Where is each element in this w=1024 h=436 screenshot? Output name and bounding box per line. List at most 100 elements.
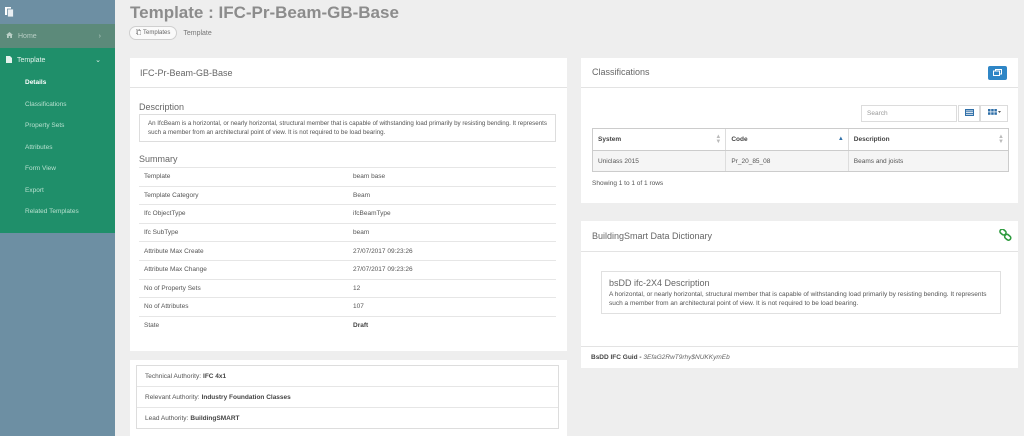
summary-value: 27/07/2017 09:23:26	[353, 247, 413, 255]
summary-key: Template	[144, 173, 171, 181]
summary-value: 27/07/2017 09:23:26	[353, 266, 413, 274]
sort-icon: ▲ ▼	[715, 134, 722, 145]
bsdd-heading: BuildingSmart Data Dictionary	[592, 231, 713, 241]
search-placeholder: Search	[867, 110, 888, 117]
popout-button[interactable]	[988, 66, 1007, 80]
summary-row: Ifc SubType beam	[139, 222, 556, 242]
sidebar-item-classifications[interactable]: Classifications	[0, 94, 115, 116]
home-icon	[6, 32, 13, 40]
details-heading: IFC-Pr-Beam-GB-Base	[140, 68, 233, 78]
summary-key: No of Property Sets	[144, 284, 201, 292]
summary-key: Ifc ObjectType	[144, 210, 186, 218]
authority-label: Lead Authority:	[145, 415, 189, 422]
summary-value: beam base	[353, 173, 386, 181]
chain-link-icon[interactable]	[999, 228, 1012, 243]
summary-key: State	[144, 322, 160, 330]
sidebar-template-label: Template	[17, 56, 46, 64]
guid-value: 3EfaG2RwT9rhy$NUKKymEb	[643, 354, 730, 361]
status-badge: Draft	[353, 322, 369, 330]
description-text: An IfcBeam is a horizontal, or nearly ho…	[148, 120, 547, 136]
breadcrumb: Templates Template	[129, 26, 212, 40]
column-header-description[interactable]: Description ▲ ▼	[849, 129, 1008, 150]
summary-key: No of Attributes	[144, 303, 189, 311]
summary-row: No of Attributes 107	[139, 297, 556, 316]
classifications-heading: Classifications	[592, 67, 650, 77]
cell-description: Beams and joists	[853, 157, 904, 165]
column-label: Description	[853, 136, 890, 143]
summary-heading: Summary	[139, 154, 178, 164]
bsdd-description-box: bsDD ifc-2X4 Description A horizontal, o…	[601, 271, 1001, 314]
summary-key: Template Category	[144, 191, 199, 199]
list-view-button[interactable]	[958, 105, 980, 122]
summary-key: Attribute Max Change	[144, 266, 207, 274]
breadcrumb-current: Template	[183, 29, 212, 37]
summary-value: 107	[353, 303, 364, 311]
column-label: Code	[731, 136, 748, 143]
guid-label: BsDD IFC Guid -	[591, 354, 642, 361]
table-row[interactable]: Uniclass 2015 Pr_20_85_08 Beams and jois…	[593, 151, 1008, 171]
chevron-right-icon: ›	[98, 32, 101, 40]
breadcrumb-templates-button[interactable]: Templates	[129, 26, 178, 40]
column-header-system[interactable]: System ▲ ▼	[593, 129, 727, 150]
sidebar-item-attributes[interactable]: Attributes	[0, 137, 115, 159]
summary-key: Attribute Max Create	[144, 247, 204, 255]
summary-value: beam	[353, 229, 370, 237]
sidebar-item-export[interactable]: Export	[0, 180, 115, 202]
summary-row: Template beam base	[139, 167, 556, 186]
divider	[581, 251, 1018, 252]
divider	[581, 87, 1018, 88]
summary-row: State Draft	[139, 315, 556, 335]
sidebar-template-group: Template ⌄ Details Classifications Prope…	[0, 48, 115, 233]
bsdd-description-text: A horizontal, or nearly horizontal, stru…	[609, 291, 987, 307]
summary-row: No of Property Sets 12	[139, 278, 556, 298]
summary-value: 12	[353, 284, 361, 292]
sidebar-item-form-view[interactable]: Form View	[0, 158, 115, 180]
chevron-down-icon: ⌄	[95, 57, 101, 64]
authority-value: BuildingSMART	[190, 415, 240, 422]
authority-value: IFC 4x1	[203, 372, 227, 380]
authority-row-lead: Lead Authority: BuildingSMART	[137, 408, 558, 429]
breadcrumb-templates-label: Templates	[143, 30, 171, 36]
classifications-panel: Classifications Search System ▲ ▼ Code ▲ De…	[581, 58, 1018, 203]
bsdd-guid: BsDD IFC Guid - 3EfaG2RwT9rhy$NUKKymEb	[591, 354, 730, 361]
list-icon	[964, 109, 974, 118]
authority-label: Relevant Authority:	[145, 393, 200, 401]
sidebar-home-label: Home	[18, 32, 37, 40]
bsdd-description-title: bsDD ifc-2X4 Description	[609, 278, 710, 288]
authority-value: Industry Foundation Classes	[201, 393, 291, 401]
summary-row: Template Category Beam	[139, 185, 556, 205]
search-input[interactable]: Search	[861, 105, 957, 122]
sidebar-item-home[interactable]: Home ›	[0, 24, 115, 48]
divider	[581, 346, 1018, 347]
authorities-box: Technical Authority: IFC 4x1 Relevant Aut…	[136, 365, 559, 429]
sidebar-item-property-sets[interactable]: Property Sets	[0, 115, 115, 137]
summary-key: Ifc SubType	[144, 229, 179, 237]
sidebar-item-template[interactable]: Template ⌄	[0, 48, 115, 72]
classifications-table: System ▲ ▼ Code ▲ Description ▲ ▼ Uniclass 20…	[592, 128, 1009, 172]
grid-icon	[987, 109, 1001, 118]
column-toggle-button[interactable]	[980, 105, 1008, 122]
table-header: System ▲ ▼ Code ▲ Description ▲ ▼	[593, 129, 1008, 151]
summary-row: Attribute Max Change 27/07/2017 09:23:26	[139, 260, 556, 279]
window-restore-icon	[993, 68, 1002, 78]
cell-code: Pr_20_85_08	[726, 151, 849, 171]
summary-value: Beam	[353, 191, 370, 199]
column-label: System	[598, 136, 622, 143]
document-icon[interactable]	[5, 7, 14, 17]
sidebar-item-details[interactable]: Details	[0, 72, 115, 94]
page-title: Template : IFC-Pr-Beam-GB-Base	[130, 3, 399, 22]
authority-row-relevant: Relevant Authority: Industry Foundation C…	[137, 387, 558, 408]
sort-icon: ▲ ▼	[998, 134, 1004, 145]
cell-system: Uniclass 2015	[593, 151, 727, 171]
pagination-info: Showing 1 to 1 of 1 rows	[592, 180, 664, 187]
authority-row-technical: Technical Authority: IFC 4x1	[137, 366, 558, 387]
summary-row: Ifc ObjectType ifcBeamType	[139, 204, 556, 223]
bsdd-panel: BuildingSmart Data Dictionary bsDD ifc-2…	[581, 221, 1018, 368]
sidebar-item-related-templates[interactable]: Related Templates	[0, 201, 115, 223]
description-box: An IfcBeam is a horizontal, or nearly ho…	[139, 114, 556, 142]
summary-value: ifcBeamType	[353, 210, 391, 218]
column-header-code[interactable]: Code ▲	[726, 129, 849, 150]
sidebar: Home › Template ⌄ Details Classification…	[0, 0, 115, 436]
details-panel: IFC-Pr-Beam-GB-Base Description An IfcBe…	[130, 58, 567, 351]
authorities-panel: Technical Authority: IFC 4x1 Relevant Aut…	[130, 360, 567, 436]
